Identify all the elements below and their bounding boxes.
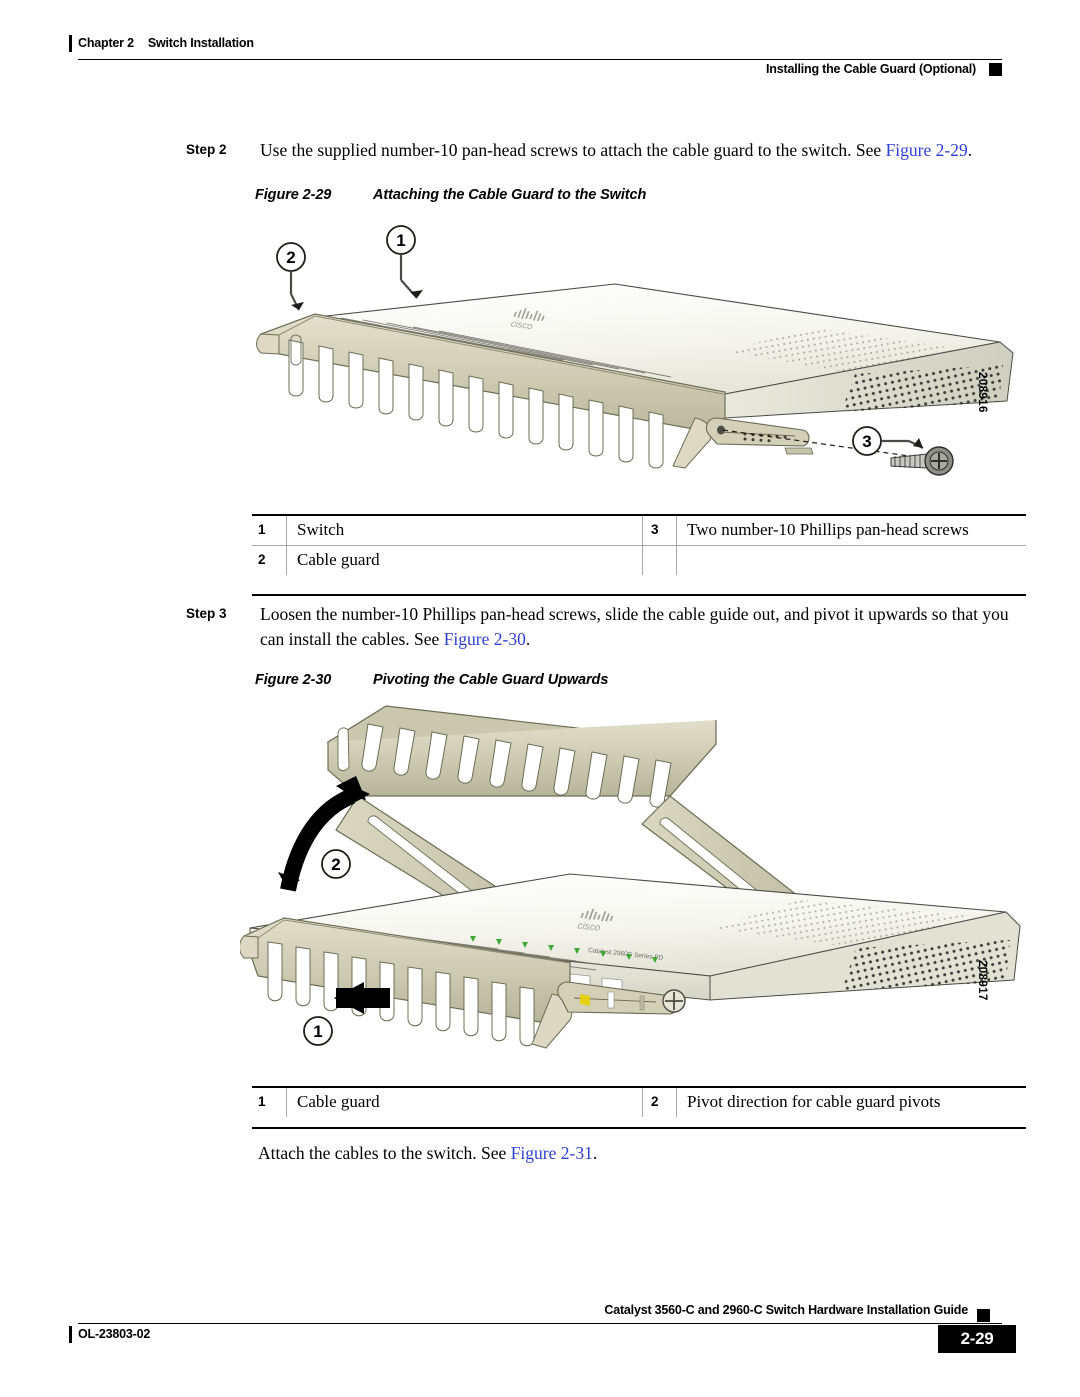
figure-2-29-number: Figure 2-29 — [255, 187, 332, 203]
closing-text-after: . — [592, 1143, 598, 1163]
legend-1-rule-top — [252, 514, 1026, 516]
svg-text:2: 2 — [286, 248, 295, 267]
legend-2-item-1-number: 1 — [258, 1094, 266, 1109]
legend-1-item-4-text — [676, 546, 1026, 575]
step-2-text-before: Use the supplied number-10 pan-head scre… — [260, 140, 886, 160]
footer-doc-id: OL-23803-02 — [78, 1327, 151, 1341]
header-breadcrumb: Chapter 2 Switch Installation — [78, 36, 254, 50]
step-2-label: Step 2 — [186, 142, 227, 157]
legend-1-item-2-text: Cable guard — [286, 546, 642, 575]
step-3-label: Step 3 — [186, 606, 227, 621]
header-square-marker — [989, 63, 1002, 76]
legend-1-item-1-number: 1 — [258, 522, 266, 537]
svg-text:2: 2 — [331, 855, 340, 874]
page-header: Chapter 2 Switch Installation Installing… — [69, 30, 1002, 82]
footer-rule — [78, 1323, 1002, 1324]
callout-1: 1 — [386, 225, 423, 299]
step-2: Step 2 Use the supplied number-10 pan-he… — [186, 138, 1022, 163]
table-row: 2 Cable guard — [252, 546, 1026, 575]
figure-2-29-art-id: 208916 — [976, 372, 988, 413]
step-2-figure-link[interactable]: Figure 2-29 — [886, 140, 968, 160]
svg-text:1: 1 — [396, 231, 405, 250]
page-footer: Catalyst 3560-C and 2960-C Switch Hardwa… — [69, 1301, 1016, 1357]
figure-2-30-number: Figure 2-30 — [255, 672, 332, 688]
figure-2-30-illustration: cisco Catalyst 2960C Series PD 2 1 — [240, 705, 1021, 1049]
svg-text:3: 3 — [862, 432, 871, 451]
footer-square-marker — [977, 1309, 990, 1322]
header-section-title: Installing the Cable Guard (Optional) — [766, 62, 976, 76]
legend-2-rule-top — [252, 1086, 1026, 1088]
legend-1-item-1-text: Switch — [286, 516, 642, 545]
callout-3: 3 — [852, 426, 924, 456]
figure-2-29-legend: 1 Switch 3 Two number-10 Phillips pan-he… — [252, 514, 1026, 596]
footer-guide-title: Catalyst 3560-C and 2960-C Switch Hardwa… — [604, 1303, 968, 1317]
legend-1-item-2-number: 2 — [258, 552, 266, 567]
raised-cable-guard — [326, 705, 718, 808]
legend-2-item-2-number: 2 — [642, 1088, 676, 1117]
header-chapter-title: Switch Installation — [147, 36, 254, 50]
legend-2-rule-bottom — [252, 1127, 1026, 1129]
figure-2-29-illustration: cisco 1 2 3 — [256, 225, 1014, 476]
callout-2: 2 — [321, 849, 351, 879]
table-row: 1 Switch 3 Two number-10 Phillips pan-he… — [252, 516, 1026, 546]
figure-2-30-legend: 1 Cable guard 2 Pivot direction for cabl… — [252, 1086, 1026, 1129]
callout-1: 1 — [303, 1016, 333, 1046]
step-3-text-before: Loosen the number-10 Phillips pan-head s… — [260, 604, 1009, 650]
closing-paragraph: Attach the cables to the switch. See Fig… — [258, 1143, 1018, 1164]
step-3: Step 3 Loosen the number-10 Phillips pan… — [186, 602, 1022, 653]
footer-change-bar — [69, 1326, 72, 1343]
callout-2: 2 — [276, 242, 306, 311]
legend-1-item-4-number — [642, 546, 676, 575]
figure-2-29-art: cisco 1 2 3 208916 — [255, 222, 1025, 492]
header-rule — [78, 59, 1002, 60]
step-3-text: Loosen the number-10 Phillips pan-head s… — [260, 602, 1022, 653]
legend-2-item-2-text: Pivot direction for cable guard pivots — [676, 1088, 1026, 1117]
legend-2-item-1-text: Cable guard — [286, 1088, 642, 1117]
step-2-text-after: . — [967, 140, 973, 160]
legend-1-item-3-number: 3 — [642, 516, 676, 545]
table-row: 1 Cable guard 2 Pivot direction for cabl… — [252, 1088, 1026, 1117]
step-3-text-after: . — [525, 629, 531, 650]
closing-figure-link[interactable]: Figure 2-31 — [511, 1143, 593, 1163]
header-change-bar — [69, 35, 72, 52]
legend-1-item-3-text: Two number-10 Phillips pan-head screws — [676, 516, 1026, 545]
svg-text:1: 1 — [313, 1022, 322, 1041]
closing-text-before: Attach the cables to the switch. See — [258, 1143, 511, 1163]
footer-page-number: 2-29 — [938, 1325, 1016, 1353]
step-2-text: Use the supplied number-10 pan-head scre… — [260, 138, 1022, 163]
figure-2-30-title: Pivoting the Cable Guard Upwards — [373, 672, 609, 688]
figure-2-30-caption: Figure 2-30 Pivoting the Cable Guard Upw… — [255, 672, 608, 688]
figure-2-30-art-id: 208917 — [976, 960, 988, 1001]
pivot-screw-icon — [662, 989, 686, 1013]
figure-2-30-art: cisco Catalyst 2960C Series PD 2 1 20891… — [240, 700, 1030, 1070]
pan-head-screw-icon — [890, 446, 954, 476]
step-3-figure-link[interactable]: Figure 2-30 — [444, 629, 526, 649]
figure-2-29-title: Attaching the Cable Guard to the Switch — [373, 187, 647, 203]
legend-1-rule-bottom — [252, 594, 1026, 596]
figure-2-29-caption: Figure 2-29 Attaching the Cable Guard to… — [255, 187, 646, 203]
header-chapter-number: Chapter 2 — [78, 36, 134, 50]
